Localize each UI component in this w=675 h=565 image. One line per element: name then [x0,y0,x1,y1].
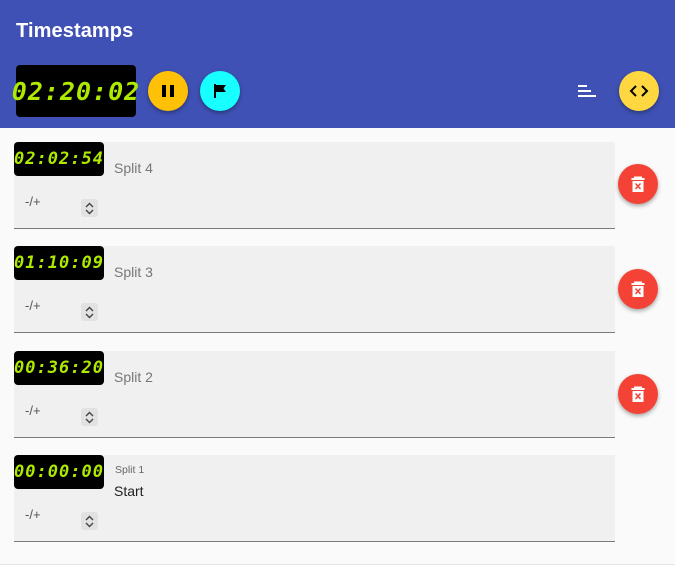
splits-list: 02:02:54 Split 4 -/+ 01:10:09 Split 3 -/… [0,128,675,565]
sort-lines-icon [578,85,596,97]
offset-field[interactable]: -/+ [25,298,41,313]
split-name-field[interactable]: Start [114,483,144,499]
split-name-label: Split 1 [115,464,145,476]
split-time-value: 01:10:09 [14,253,104,273]
sort-button[interactable] [571,75,603,107]
up-down-chevron-icon [85,515,94,527]
up-down-chevron-icon [85,306,94,318]
offset-field[interactable]: -/+ [25,507,41,522]
up-down-chevron-icon [85,411,94,423]
split-time-display: 02:02:54 [14,142,104,176]
main-timer-value: 02:20:02 [11,76,141,106]
main-timer-display: 02:20:02 [12,65,139,117]
offset-field[interactable]: -/+ [25,403,41,418]
delete-icon [631,281,645,297]
split-time-display: 00:00:00 [14,455,104,489]
offset-stepper[interactable] [81,512,98,530]
delete-split-button[interactable] [618,164,658,204]
split-row: 00:36:20 Split 2 -/+ [14,351,615,438]
code-button[interactable] [619,71,659,111]
split-row: 02:02:54 Split 4 -/+ [14,142,615,229]
delete-icon [631,176,645,192]
delete-icon [631,386,645,402]
split-time-value: 02:02:54 [14,149,104,169]
flag-icon [214,84,226,98]
page-title: Timestamps [16,20,134,42]
offset-stepper[interactable] [81,408,98,426]
pause-button[interactable] [148,71,188,111]
code-icon [629,85,649,97]
up-down-chevron-icon [85,202,94,214]
offset-stepper[interactable] [81,199,98,217]
pause-icon [162,85,174,97]
offset-field[interactable]: -/+ [25,194,41,209]
split-row: 01:10:09 Split 3 -/+ [14,246,615,333]
split-name-field[interactable]: Split 2 [114,369,153,385]
app-header: Timestamps 02:20:02 [0,0,675,128]
split-time-value: 00:36:20 [14,358,104,378]
add-split-button[interactable] [200,71,240,111]
offset-stepper[interactable] [81,303,98,321]
split-time-display: 01:10:09 [14,246,104,280]
delete-split-button[interactable] [618,269,658,309]
split-time-value: 00:00:00 [14,462,104,482]
split-name-field[interactable]: Split 3 [114,264,153,280]
split-name-field[interactable]: Split 4 [114,160,153,176]
split-row: 00:00:00 Split 1 Start -/+ [14,455,615,542]
delete-split-button[interactable] [618,374,658,414]
split-time-display: 00:36:20 [14,351,104,385]
